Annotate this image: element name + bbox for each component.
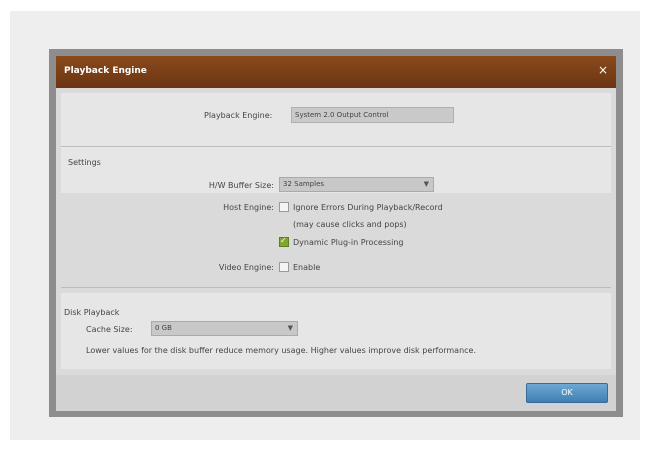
divider: [61, 146, 611, 147]
cache-size-label: Cache Size:: [86, 325, 133, 334]
ignore-errors-note: (may cause clicks and pops): [293, 220, 407, 229]
cache-size-select[interactable]: 0 GB ▼: [151, 321, 298, 336]
dynamic-plugin-checkbox[interactable]: [279, 236, 289, 247]
chevron-down-icon: ▼: [423, 180, 429, 188]
disk-hint: Lower values for the disk buffer reduce …: [86, 346, 477, 355]
video-enable-checkbox[interactable]: [279, 262, 289, 272]
dialog-title: Playback Engine: [64, 66, 147, 76]
settings-title: Settings: [68, 158, 101, 167]
close-icon[interactable]: ×: [598, 64, 608, 76]
ignore-errors-checkbox[interactable]: [279, 202, 289, 212]
video-enable-label: Enable: [293, 263, 321, 272]
ok-button[interactable]: OK: [526, 383, 608, 403]
title-bar[interactable]: Playback Engine ×: [56, 56, 616, 88]
video-engine-label: Video Engine:: [218, 263, 274, 272]
dynamic-plugin-label: Dynamic Plug-in Processing: [293, 238, 404, 247]
chevron-down-icon: ▼: [287, 324, 293, 332]
cache-size-value: 0 GB: [155, 324, 172, 332]
disk-playback-title: Disk Playback: [64, 308, 120, 317]
ignore-errors-label: Ignore Errors During Playback/Record: [293, 203, 443, 212]
playback-engine-dialog: Playback Engine × Playback Engine: Syste…: [56, 56, 616, 411]
hw-buffer-value: 32 Samples: [283, 180, 325, 188]
divider: [61, 287, 611, 288]
engine-label: Playback Engine:: [204, 111, 273, 120]
hw-buffer-label: H/W Buffer Size:: [208, 181, 274, 190]
hw-buffer-select[interactable]: 32 Samples ▼: [279, 177, 434, 192]
engine-select[interactable]: System 2.0 Output Control: [291, 107, 454, 123]
disk-playback-section: [61, 293, 611, 369]
host-engine-label: Host Engine:: [223, 203, 274, 212]
